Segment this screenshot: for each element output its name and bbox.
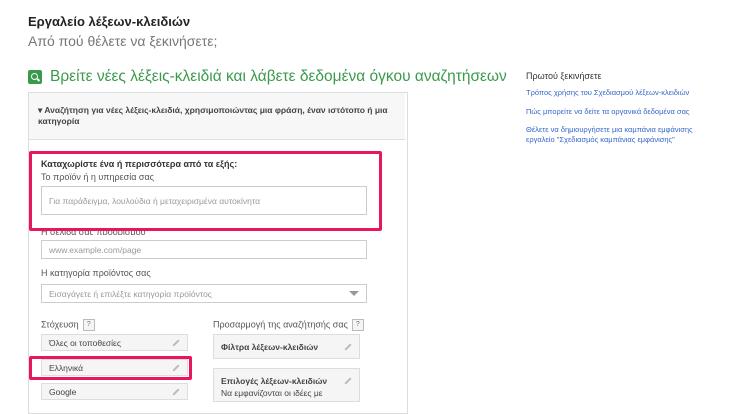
- help-icon[interactable]: ?: [351, 319, 364, 331]
- targeting-network-text: Google: [49, 386, 77, 397]
- find-keywords-section[interactable]: Βρείτε νέες λέξεις-κλειδιά και λάβετε δε…: [28, 68, 507, 86]
- targeting-location-text: Όλες οι τοποθεσίες: [49, 337, 121, 348]
- customize-label: Προσαρμογή της αναζήτησής σας?: [213, 319, 364, 331]
- sidebar-link-display-planner[interactable]: εργαλείο "Σχεδιασμός καμπάνιας εμφάνισης…: [526, 135, 675, 145]
- help-icon[interactable]: ?: [82, 319, 95, 331]
- targeting-label-text: Στόχευση: [41, 319, 79, 330]
- search-icon: [28, 70, 42, 84]
- keyword-options-sub: Να εμφανίζονται οι ιδέες με: [221, 388, 323, 398]
- pencil-icon: [172, 338, 180, 347]
- sidebar-link-organic-data[interactable]: Πώς μπορείτε να δείτε τα οργανικά δεδομέ…: [526, 107, 690, 117]
- section-title: Βρείτε νέες λέξεις-κλειδιά και λάβετε δε…: [50, 68, 507, 85]
- category-placeholder: Εισαγάγετε ή επιλέξτε κατηγορία προϊόντο…: [49, 288, 212, 299]
- pencil-icon: [344, 342, 352, 351]
- page-title: Εργαλείο λέξεων-κλειδιών: [28, 14, 191, 29]
- landing-page-input[interactable]: www.example.com/page: [41, 240, 367, 259]
- sidebar-link-display-campaign[interactable]: Θέλετε να δημιουργήσετε μια καμπάνια εμφ…: [526, 125, 693, 135]
- targeting-label: Στόχευση?: [41, 319, 95, 331]
- keyword-filters-text: Φίλτρα λέξεων-κλειδιών: [221, 341, 319, 352]
- targeting-network[interactable]: Google: [41, 383, 188, 400]
- highlight-box-language: [29, 356, 192, 380]
- category-label: Η κατηγορία προϊόντος σας: [41, 268, 151, 278]
- keyword-filters-button[interactable]: Φίλτρα λέξεων-κλειδιών: [213, 334, 360, 359]
- category-select[interactable]: Εισαγάγετε ή επιλέξτε κατηγορία προϊόντο…: [41, 284, 367, 303]
- panel-header-text[interactable]: ▾ Αναζήτηση για νέες λέξεις-κλειδιά, χρη…: [38, 105, 398, 127]
- highlight-box-product: [29, 151, 382, 231]
- customize-label-text: Προσαρμογή της αναζήτησής σας: [213, 319, 348, 330]
- pencil-icon: [344, 377, 352, 385]
- targeting-location[interactable]: Όλες οι τοποθεσίες: [41, 334, 188, 351]
- keyword-options-button[interactable]: Επιλογές λέξεων-κλειδιών Να εμφανίζονται…: [213, 368, 360, 402]
- keyword-options-text: Επιλογές λέξεων-κλειδιών: [221, 376, 328, 386]
- sidebar-title: Πρωτού ξεκινήσετε: [526, 71, 602, 81]
- page-subtitle: Από πού θέλετε να ξεκινήσετε;: [28, 33, 218, 49]
- chevron-down-icon: [349, 291, 359, 296]
- keyword-options-group: Επιλογές λέξεων-κλειδιών Να εμφανίζονται…: [221, 376, 327, 398]
- pencil-icon: [172, 387, 180, 396]
- sidebar-link-how-to-use[interactable]: Τρόπος χρήσης του Σχεδιασμού λέξεων-κλει…: [526, 88, 689, 98]
